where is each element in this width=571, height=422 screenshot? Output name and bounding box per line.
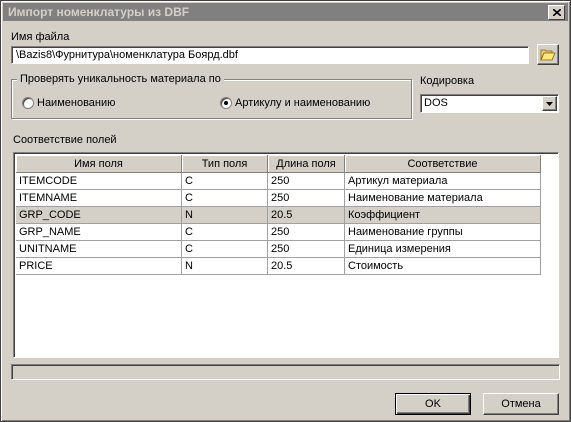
chevron-down-icon [546, 101, 553, 106]
cell-field-type[interactable]: C [181, 240, 268, 258]
dropdown-button[interactable] [542, 96, 557, 111]
radio-by-name-label[interactable]: Наименованию [37, 97, 115, 109]
cell-mapping[interactable]: Наименование материала [344, 189, 541, 207]
progress-bar [11, 364, 560, 380]
cell-mapping[interactable]: Наименование группы [344, 223, 541, 241]
cell-field-length[interactable]: 250 [267, 223, 345, 241]
table-row-selected[interactable]: GRP_CODE N 20.5 Коэффициент [16, 206, 541, 224]
cell-field-name[interactable]: ITEMNAME [16, 189, 182, 207]
folder-open-icon [540, 49, 556, 61]
table-row[interactable]: ITEMNAME C 250 Наименование материала [16, 189, 541, 207]
cell-mapping[interactable]: Единица измерения [344, 240, 541, 258]
file-path-input[interactable]: \Bazis8\Фурнитура\номенклатура Боярд.dbf [11, 46, 529, 64]
cell-field-type[interactable]: C [181, 223, 268, 241]
cell-field-length[interactable]: 250 [267, 189, 345, 207]
browse-button[interactable] [537, 44, 559, 65]
cell-field-name[interactable]: PRICE [16, 257, 182, 275]
column-header[interactable]: Длина поля [267, 155, 345, 173]
radio-by-name[interactable] [22, 97, 34, 109]
radio-by-article-and-name[interactable] [220, 97, 232, 109]
cell-field-type[interactable]: C [181, 172, 268, 190]
cell-field-length[interactable]: 20.5 [267, 206, 345, 224]
column-header[interactable]: Соответствие [344, 155, 541, 173]
table-row[interactable]: GRP_NAME C 250 Наименование группы [16, 223, 541, 241]
field-mapping-label: Соответствие полей [13, 134, 117, 146]
cell-field-name[interactable]: GRP_NAME [16, 223, 182, 241]
column-header[interactable]: Тип поля [181, 155, 268, 173]
cell-field-name[interactable]: ITEMCODE [16, 172, 182, 190]
radio-by-article-and-name-label[interactable]: Артикулу и наименованию [235, 97, 370, 109]
encoding-value: DOS [424, 97, 448, 109]
window-title: Импорт номенклатуры из DBF [8, 5, 190, 19]
uniqueness-legend: Проверять уникальность материала по [17, 73, 224, 85]
encoding-label: Кодировка [420, 75, 475, 87]
cell-field-name[interactable]: GRP_CODE [16, 206, 182, 224]
cancel-button[interactable]: Отмена [483, 393, 559, 415]
cell-mapping[interactable]: Стоимость [344, 257, 541, 275]
cell-field-type[interactable]: N [181, 257, 268, 275]
header-row: Имя поля Тип поля Длина поля Соответстви… [16, 155, 541, 173]
file-name-label: Имя файла [11, 31, 70, 43]
ok-button[interactable]: OK [395, 393, 471, 415]
cell-mapping[interactable]: Артикул материала [344, 172, 541, 190]
cell-field-length[interactable]: 250 [267, 240, 345, 258]
table-row[interactable]: UNITNAME C 250 Единица измерения [16, 240, 541, 258]
field-mapping-table: Имя поля Тип поля Длина поля Соответстви… [16, 155, 541, 275]
import-dialog: Импорт номенклатуры из DBF Имя файла \Ba… [0, 0, 571, 422]
cell-field-type[interactable]: N [181, 206, 268, 224]
cell-field-length[interactable]: 250 [267, 172, 345, 190]
cell-mapping[interactable]: Коэффициент [344, 206, 541, 224]
cell-field-type[interactable]: C [181, 189, 268, 207]
cell-field-name[interactable]: UNITNAME [16, 240, 182, 258]
close-button[interactable] [548, 5, 565, 20]
cell-field-length[interactable]: 20.5 [267, 257, 345, 275]
title-bar[interactable]: Импорт номенклатуры из DBF [3, 3, 568, 21]
encoding-select[interactable]: DOS [420, 94, 559, 113]
field-mapping-grid[interactable]: Имя поля Тип поля Длина поля Соответстви… [13, 152, 559, 358]
column-header[interactable]: Имя поля [16, 155, 182, 173]
table-row[interactable]: PRICE N 20.5 Стоимость [16, 257, 541, 275]
close-icon [552, 9, 561, 16]
table-row[interactable]: ITEMCODE C 250 Артикул материала [16, 172, 541, 190]
